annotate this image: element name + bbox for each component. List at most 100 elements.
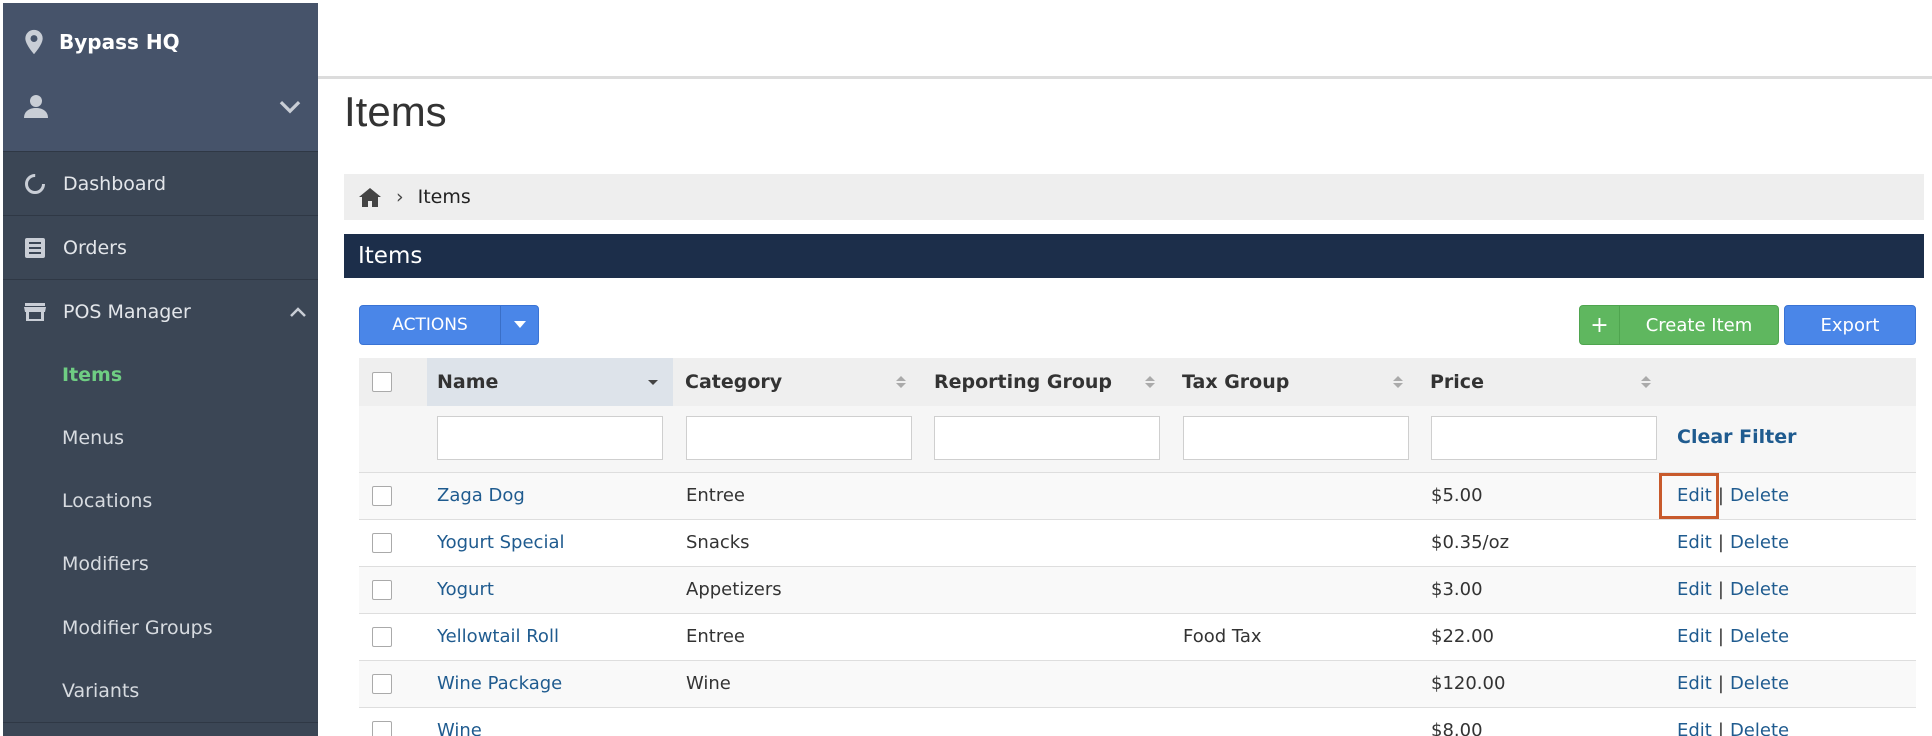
chevron-up-icon[interactable]: [288, 302, 308, 322]
sort-icon: [896, 376, 906, 388]
user-menu[interactable]: [23, 93, 303, 119]
actions-dropdown[interactable]: ACTIONS: [359, 305, 539, 345]
edit-link[interactable]: Edit: [1677, 532, 1712, 553]
delete-link[interactable]: Delete: [1730, 485, 1789, 506]
item-price: $120.00: [1431, 673, 1506, 694]
edit-link[interactable]: Edit: [1677, 720, 1712, 736]
sidebar-item-label: Dashboard: [63, 172, 167, 195]
row-actions: Edit | Delete: [1677, 673, 1789, 694]
table-row: Yogurt Special Snacks $0.35/oz Edit | Dele…: [359, 519, 1916, 566]
row-actions: Edit | Delete: [1677, 626, 1789, 647]
map-pin-icon: [25, 29, 43, 55]
item-category: Wine: [686, 673, 731, 694]
item-name-link[interactable]: Wine Package: [437, 673, 562, 694]
store-icon: [23, 300, 47, 324]
action-separator: |: [1717, 579, 1724, 600]
edit-link[interactable]: Edit: [1677, 673, 1712, 694]
edit-link[interactable]: Edit: [1677, 579, 1712, 600]
sort-icon: [1641, 376, 1651, 388]
row-actions: Edit | Delete: [1677, 720, 1789, 736]
breadcrumb-current: Items: [417, 186, 471, 208]
delete-link[interactable]: Delete: [1730, 720, 1789, 736]
orders-icon: [23, 236, 47, 260]
filter-row: Clear Filter: [359, 406, 1916, 472]
row-checkbox[interactable]: [372, 721, 392, 736]
sort-desc-icon: [648, 380, 658, 385]
name-filter-input[interactable]: [437, 416, 663, 460]
sidebar-subitem-items[interactable]: Items: [62, 364, 122, 386]
category-filter-input[interactable]: [686, 416, 912, 460]
item-category: Appetizers: [686, 579, 782, 600]
item-tax-group: Food Tax: [1183, 626, 1262, 647]
delete-link[interactable]: Delete: [1730, 532, 1789, 553]
delete-link[interactable]: Delete: [1730, 626, 1789, 647]
row-checkbox[interactable]: [372, 580, 392, 600]
row-checkbox[interactable]: [372, 627, 392, 647]
item-price: $8.00: [1431, 720, 1483, 736]
table-header: Name Category Reporting Group Tax Group …: [359, 358, 1916, 406]
row-checkbox[interactable]: [372, 533, 392, 553]
home-icon[interactable]: [358, 186, 382, 208]
tax-group-filter-input[interactable]: [1183, 416, 1409, 460]
row-checkbox[interactable]: [372, 674, 392, 694]
column-header-reporting-group[interactable]: Reporting Group: [924, 358, 1170, 406]
item-category: Snacks: [686, 532, 750, 553]
dashboard-icon: [23, 172, 47, 196]
sidebar-item-dashboard[interactable]: Dashboard: [3, 151, 318, 215]
item-price: $22.00: [1431, 626, 1494, 647]
chevron-down-icon[interactable]: [277, 93, 303, 119]
sidebar-header: Bypass HQ: [3, 3, 318, 151]
item-price: $0.35/oz: [1431, 532, 1510, 553]
create-item-button[interactable]: + Create Item: [1579, 305, 1779, 345]
item-name-link[interactable]: Zaga Dog: [437, 485, 525, 506]
delete-link[interactable]: Delete: [1730, 579, 1789, 600]
sidebar-subitem-menus[interactable]: Menus: [62, 427, 124, 449]
item-category: Entree: [686, 485, 745, 506]
table-row: Yellowtail Roll Entree Food Tax $22.00 E…: [359, 613, 1916, 660]
sidebar-item-label: Orders: [63, 236, 127, 259]
sidebar-item-pos-manager[interactable]: POS Manager: [3, 279, 318, 343]
actions-button[interactable]: ACTIONS: [360, 315, 500, 335]
price-filter-input[interactable]: [1431, 416, 1657, 460]
delete-link[interactable]: Delete: [1730, 673, 1789, 694]
row-actions: Edit | Delete: [1677, 579, 1789, 600]
action-separator: |: [1717, 673, 1724, 694]
actions-caret[interactable]: [500, 306, 538, 344]
sidebar-subitem-modifier-groups[interactable]: Modifier Groups: [62, 617, 213, 639]
column-header-price[interactable]: Price: [1420, 358, 1666, 406]
page-title: Items: [344, 88, 447, 135]
select-all-checkbox[interactable]: [372, 372, 392, 392]
item-name-link[interactable]: Yogurt Special: [437, 532, 565, 553]
sidebar-subitem-variants[interactable]: Variants: [62, 680, 139, 702]
location-selector[interactable]: Bypass HQ: [23, 29, 180, 55]
reporting-group-filter-input[interactable]: [934, 416, 1160, 460]
sort-icon: [1145, 376, 1155, 388]
item-price: $3.00: [1431, 579, 1483, 600]
column-header-category[interactable]: Category: [675, 358, 921, 406]
location-name: Bypass HQ: [59, 30, 180, 54]
export-button[interactable]: Export: [1784, 305, 1916, 345]
header-divider: [318, 76, 1932, 79]
clear-filter-link[interactable]: Clear Filter: [1677, 426, 1797, 448]
row-checkbox[interactable]: [372, 486, 392, 506]
action-separator: |: [1717, 720, 1724, 736]
plus-icon: +: [1580, 306, 1620, 344]
panel-title-text: Items: [358, 243, 423, 269]
item-name-link[interactable]: Yogurt: [437, 579, 494, 600]
panel-title: Items: [344, 234, 1924, 278]
caret-down-icon: [513, 321, 526, 328]
column-header-name[interactable]: Name: [427, 358, 673, 406]
breadcrumb: › Items: [344, 174, 1924, 220]
sidebar-subitem-locations[interactable]: Locations: [62, 490, 152, 512]
user-icon: [24, 95, 48, 118]
sidebar-divider: [3, 722, 318, 723]
action-separator: |: [1717, 626, 1724, 647]
table-row: Wine $8.00 Edit | Delete: [359, 707, 1916, 736]
sidebar-subitem-modifiers[interactable]: Modifiers: [62, 553, 149, 575]
item-name-link[interactable]: Yellowtail Roll: [437, 626, 559, 647]
action-separator: |: [1717, 532, 1724, 553]
edit-link[interactable]: Edit: [1677, 626, 1712, 647]
sidebar-item-orders[interactable]: Orders: [3, 215, 318, 279]
item-name-link[interactable]: Wine: [437, 720, 482, 736]
column-header-tax-group[interactable]: Tax Group: [1172, 358, 1418, 406]
